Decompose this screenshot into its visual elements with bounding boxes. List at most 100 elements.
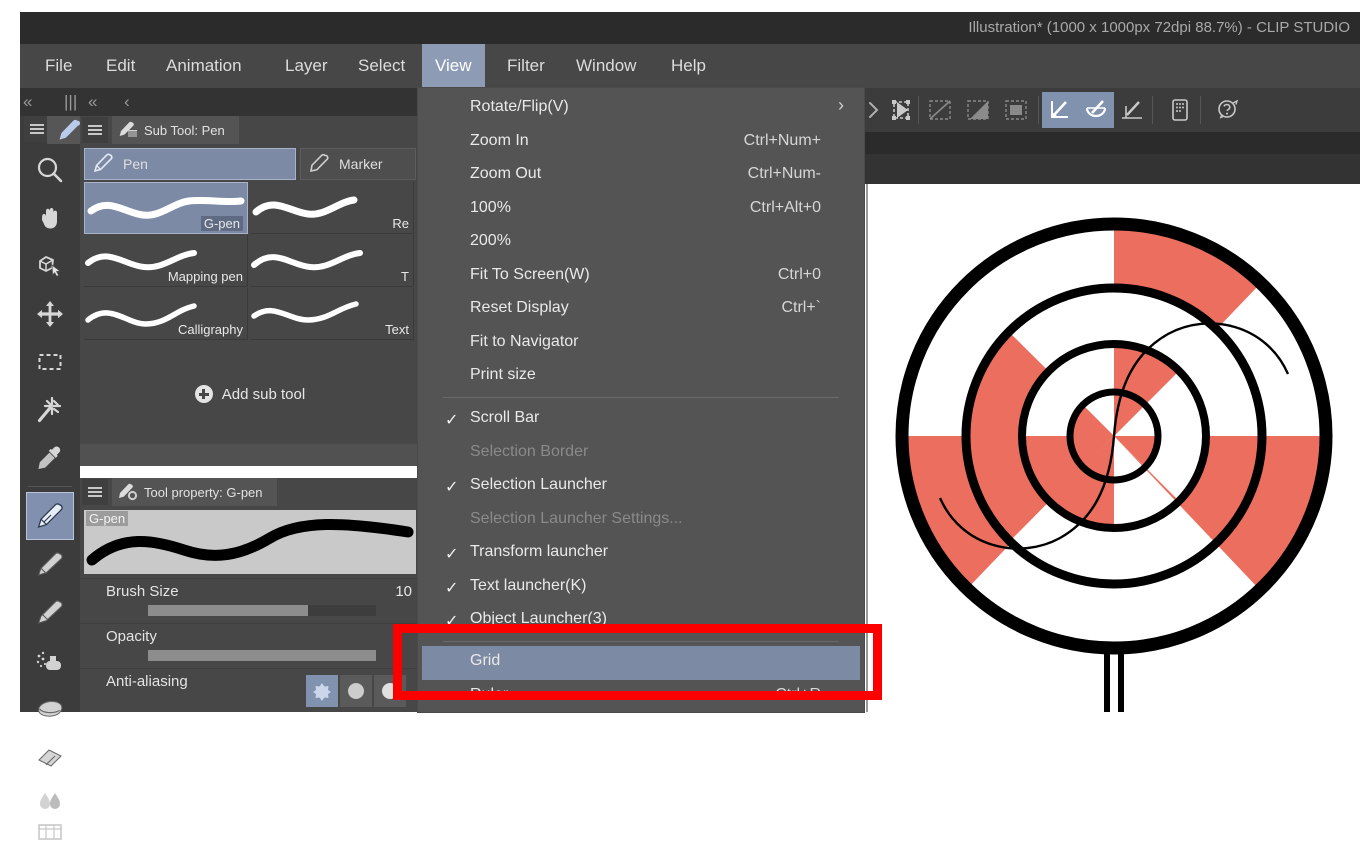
menu-item-200-percent[interactable]: 200% — [418, 226, 864, 260]
decoration-tool[interactable] — [26, 684, 74, 732]
brush-cell-mapping-pen[interactable]: Mapping pen — [84, 235, 248, 287]
anti-aliasing-buttons — [306, 675, 406, 707]
menu-item-reset-display[interactable]: Reset Display Ctrl+` — [418, 293, 864, 327]
menu-item-shortcut: Ctrl+Alt+0 — [749, 198, 821, 216]
menu-item-text-launcher[interactable]: ✓ Text launcher(K) — [418, 571, 864, 605]
menu-item-100-percent[interactable]: 100% Ctrl+Alt+0 — [418, 193, 864, 227]
snap-line-icon[interactable] — [1114, 92, 1150, 128]
menu-file[interactable]: File — [32, 44, 85, 88]
figure-tool[interactable] — [26, 808, 74, 856]
menu-item-label: Zoom Out — [470, 165, 542, 182]
menu-separator — [443, 641, 839, 642]
no-selection-icon[interactable] — [922, 92, 958, 128]
tool-palette — [20, 116, 80, 840]
menu-select[interactable]: Select — [345, 44, 418, 88]
tablet-icon[interactable] — [1162, 92, 1198, 128]
marquee-tool[interactable] — [26, 338, 74, 386]
menu-window[interactable]: Window — [563, 44, 649, 88]
tool-property-menu-icon[interactable] — [82, 479, 108, 505]
help-icon[interactable] — [1210, 92, 1246, 128]
eraser-tool[interactable] — [26, 732, 74, 780]
collapse-left-icon[interactable]: « — [23, 90, 32, 114]
menu-item-transform-launcher[interactable]: ✓ Transform launcher — [418, 537, 864, 571]
brush-cell-gpen[interactable]: G-pen — [84, 182, 248, 234]
sub-tool-group-marker[interactable]: Marker — [300, 148, 416, 180]
tool-property-panel-tab[interactable]: Tool property: G-pen — [112, 478, 277, 506]
menu-item-object-launcher[interactable]: ✓ Object Launcher(3) — [418, 604, 864, 638]
menu-item-label: Scroll Bar — [470, 409, 540, 426]
eyedropper-tool[interactable] — [26, 434, 74, 482]
menu-item-label: 200% — [470, 232, 511, 249]
half-selection-icon[interactable] — [960, 92, 996, 128]
collapse-prev-icon[interactable]: ‹ — [124, 90, 130, 114]
brush-grid: G-pen Re Mapping pen T Calligraphy Text — [84, 182, 416, 342]
menu-item-print-size[interactable]: Print size — [418, 360, 864, 394]
menu-item-zoom-in[interactable]: Zoom In Ctrl+Num+ — [418, 126, 864, 160]
add-sub-tool-button[interactable]: Add sub tool — [84, 374, 416, 414]
opacity-slider[interactable] — [148, 650, 376, 661]
brush-preview: G-pen — [84, 510, 416, 574]
move-tool[interactable] — [26, 290, 74, 338]
opacity-label: Opacity — [106, 628, 157, 645]
brush-cell-calligraphy[interactable]: Calligraphy — [84, 288, 248, 340]
menu-item-scroll-bar[interactable]: ✓ Scroll Bar — [418, 403, 864, 437]
rotate-tool[interactable] — [26, 242, 74, 290]
canvas-area[interactable] — [866, 184, 1360, 712]
anti-aliasing-weak-icon[interactable] — [340, 675, 372, 707]
menu-item-fit-to-navigator[interactable]: Fit to Navigator — [418, 327, 864, 361]
anti-aliasing-label: Anti-aliasing — [106, 673, 188, 690]
brush-cell-t[interactable]: T — [250, 235, 414, 287]
menu-view[interactable]: View — [422, 44, 485, 88]
sub-tool-panel-tab[interactable]: Sub Tool: Pen — [112, 116, 239, 144]
menu-item-label: 100% — [470, 198, 511, 216]
menu-item-shortcut: Ctrl+R — [775, 686, 821, 703]
panel-grip-icon[interactable]: ||| — [64, 90, 77, 114]
menu-item-label: Grid — [470, 652, 501, 669]
menu-item-shortcut: Ctrl+` — [781, 299, 821, 316]
menu-item-ruler[interactable]: Ruler Ctrl+R — [418, 680, 864, 714]
auto-select-tool[interactable] — [26, 386, 74, 434]
sub-tool-group-marker-label: Marker — [339, 156, 383, 172]
sub-tool-tab-icon — [118, 121, 138, 139]
menu-item-label: Transform launcher — [470, 543, 609, 560]
spiral-lollipop-drawing — [868, 184, 1360, 712]
clip-studio-paint-window: Illustration* (1000 x 1000px 72dpi 88.7%… — [0, 0, 1360, 840]
sub-tool-panel: Sub Tool: Pen Pen Marker G-pen Re Mappin… — [80, 116, 420, 466]
menu-layer[interactable]: Layer — [272, 44, 341, 88]
magnifier-tool[interactable] — [26, 146, 74, 194]
menu-item-label: Selection Border — [470, 442, 589, 460]
collapse-left2-icon[interactable]: « — [88, 90, 97, 114]
brush-label: Text — [385, 322, 409, 337]
anti-aliasing-middle-icon[interactable] — [374, 675, 406, 707]
menu-filter[interactable]: Filter — [494, 44, 558, 88]
anti-aliasing-none-icon[interactable] — [306, 675, 338, 707]
menu-help[interactable]: Help — [658, 44, 719, 88]
menu-item-label: Selection Launcher — [470, 476, 607, 493]
sub-tool-group-pen[interactable]: Pen — [84, 148, 296, 180]
check-icon: ✓ — [445, 412, 459, 429]
brush-preview-label: G-pen — [86, 511, 129, 526]
brush-cell-real-gpen[interactable]: Re — [250, 182, 414, 234]
menu-item-zoom-out[interactable]: Zoom Out Ctrl+Num- — [418, 159, 864, 193]
tool-property-row-anti-aliasing: Anti-aliasing — [80, 668, 420, 714]
brush-size-slider[interactable] — [148, 605, 376, 616]
full-selection-icon[interactable] — [998, 92, 1034, 128]
brush-cell-text[interactable]: Text — [250, 288, 414, 340]
transform-box-icon[interactable] — [883, 92, 919, 128]
menu-animation[interactable]: Animation — [153, 44, 255, 88]
snap-corner-icon[interactable] — [1042, 92, 1078, 128]
menu-item-rotate-flip[interactable]: Rotate/Flip(V) › — [418, 92, 864, 126]
pen-tool[interactable] — [26, 492, 74, 540]
title-bar: Illustration* (1000 x 1000px 72dpi 88.7%… — [20, 12, 1360, 44]
menu-item-label: Ruler — [470, 686, 509, 703]
menu-item-fit-to-screen[interactable]: Fit To Screen(W) Ctrl+0 — [418, 260, 864, 294]
menu-edit[interactable]: Edit — [93, 44, 148, 88]
menu-item-grid[interactable]: Grid — [422, 646, 860, 680]
hand-tool[interactable] — [26, 194, 74, 242]
pencil-tool[interactable] — [26, 540, 74, 588]
airbrush-tool[interactable] — [26, 636, 74, 684]
snap-curve-icon[interactable] — [1078, 92, 1114, 128]
menu-item-selection-launcher[interactable]: ✓ Selection Launcher — [418, 470, 864, 504]
brush-tool[interactable] — [26, 588, 74, 636]
sub-tool-menu-icon[interactable] — [82, 117, 108, 143]
